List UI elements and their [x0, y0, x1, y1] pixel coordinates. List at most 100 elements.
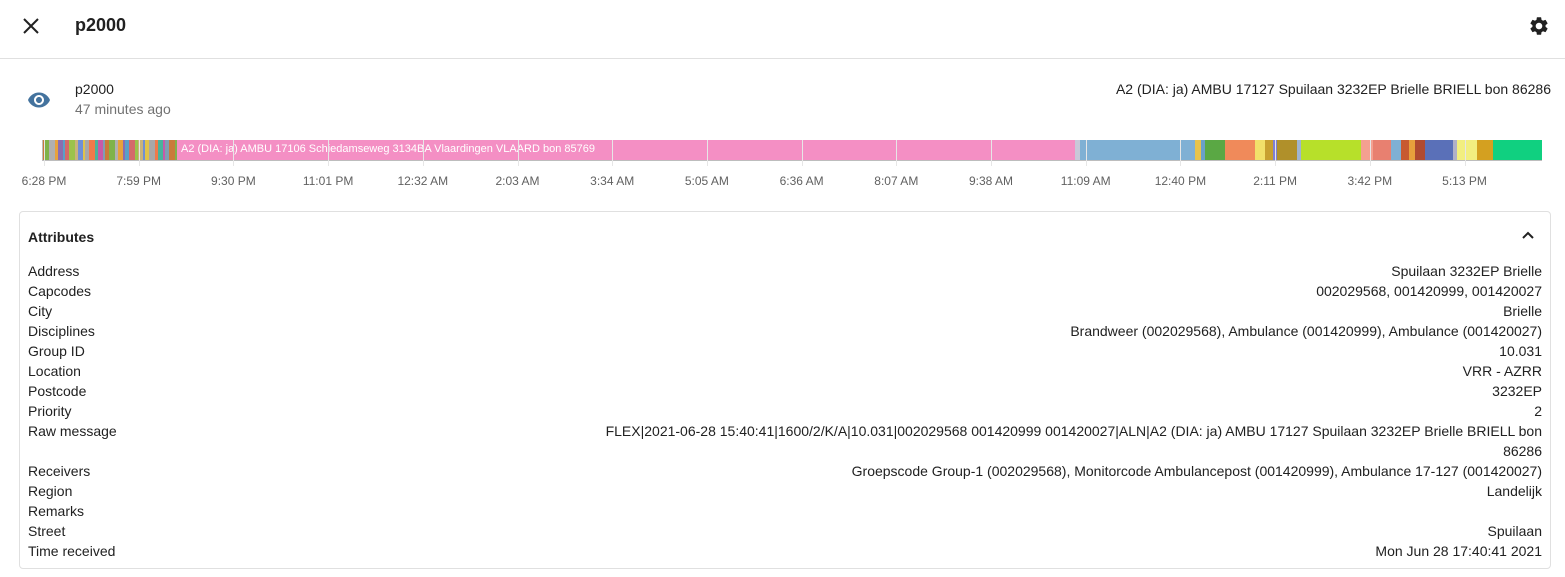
attribute-value: FLEX|2021-06-28 15:40:41|1600/2/K/A|10.0…	[605, 423, 1542, 459]
timeline-tick-label: 11:09 AM	[1060, 174, 1111, 188]
timeline-segment[interactable]	[129, 140, 135, 160]
timeline-tick-label: 8:07 AM	[874, 174, 919, 188]
attribute-row: City Brielle	[28, 301, 1542, 321]
timeline-segment[interactable]	[1425, 140, 1453, 160]
attribute-row: Capcodes 002029568, 001420999, 001420027	[28, 281, 1542, 301]
timeline-segment[interactable]	[1080, 140, 1195, 160]
timeline-bar[interactable]: A2 (DIA: ja) AMBU 17106 Schiedamseweg 31…	[42, 140, 1542, 161]
attribute-row: Address Spuilaan 3232EP Brielle	[28, 261, 1542, 281]
timeline-segment[interactable]	[105, 140, 109, 160]
timeline-segment[interactable]	[58, 140, 63, 160]
timeline-segment[interactable]	[89, 140, 95, 160]
timeline-gridline	[612, 140, 614, 166]
timeline-gridline	[991, 140, 992, 166]
timeline-segment[interactable]	[1391, 140, 1401, 160]
timeline-segment[interactable]	[78, 140, 83, 160]
settings-button[interactable]	[1522, 9, 1556, 43]
timeline-segment[interactable]	[1265, 140, 1273, 160]
timeline-segment[interactable]	[169, 140, 175, 160]
timeline-segment[interactable]	[85, 140, 89, 160]
attribute-key: Remarks	[28, 503, 85, 519]
attribute-row: Street Spuilaan	[28, 521, 1542, 541]
entity-icon-button[interactable]	[24, 87, 54, 113]
timeline-segment[interactable]	[1201, 140, 1205, 160]
attribute-row: Remarks	[28, 501, 1542, 521]
timeline-tick-label: 12:40 PM	[1154, 174, 1207, 188]
attribute-value: Brandweer (002029568), Ambulance (001420…	[1070, 323, 1542, 339]
timeline-segment[interactable]	[1225, 140, 1255, 160]
timeline-segment[interactable]	[98, 140, 103, 160]
timeline-segment[interactable]	[1277, 140, 1297, 160]
timeline-segment[interactable]	[1457, 140, 1477, 160]
close-button[interactable]	[14, 9, 48, 43]
timeline-segment[interactable]	[55, 140, 58, 160]
attributes-title: Attributes	[28, 229, 95, 245]
timeline-segment[interactable]	[75, 140, 78, 160]
timeline-tick-label: 7:59 PM	[116, 174, 162, 188]
timeline-segment[interactable]	[83, 140, 85, 160]
timeline-segment[interactable]	[145, 140, 149, 160]
attribute-row: Group ID 10.031	[28, 341, 1542, 361]
timeline-segment[interactable]	[1373, 140, 1391, 160]
timeline-segment[interactable]	[1401, 140, 1409, 160]
attribute-row: Location VRR - AZRR	[28, 361, 1542, 381]
timeline-segment[interactable]	[1361, 140, 1373, 160]
timeline-segment[interactable]	[1477, 140, 1493, 160]
timeline-segment[interactable]	[175, 140, 177, 160]
attributes-header[interactable]: Attributes	[20, 212, 1550, 260]
timeline-segment[interactable]	[1493, 140, 1542, 160]
attribute-value: 3232EP	[1492, 383, 1542, 399]
timeline-segment[interactable]	[103, 140, 105, 160]
timeline-tick-label: 9:30 PM	[211, 174, 256, 188]
history-timeline[interactable]: A2 (DIA: ja) AMBU 17106 Schiedamseweg 31…	[0, 131, 1565, 195]
timeline-segment[interactable]	[1195, 140, 1201, 160]
last-changed: 47 minutes ago	[75, 101, 171, 117]
timeline-segment[interactable]	[1297, 140, 1301, 160]
timeline-segment[interactable]	[1255, 140, 1265, 160]
timeline-segment[interactable]	[115, 140, 118, 160]
attribute-value: Mon Jun 28 17:40:41 2021	[1375, 543, 1542, 559]
attribute-key: Time received	[28, 543, 116, 559]
attribute-row: Raw message FLEX|2021-06-28 15:40:41|1600…	[28, 421, 1542, 461]
timeline-segment[interactable]	[143, 140, 145, 160]
attribute-key: Capcodes	[28, 283, 92, 299]
timeline-gridline	[1275, 140, 1277, 166]
timeline-tick-label: 12:32 AM	[397, 174, 449, 188]
timeline-gridline	[1085, 140, 1087, 166]
timeline-segment[interactable]	[1415, 140, 1425, 160]
entity-row: p2000 47 minutes ago A2 (DIA: ja) AMBU 1…	[0, 59, 1565, 131]
timeline-gridline	[422, 140, 424, 166]
chevron-up-icon[interactable]	[1516, 224, 1540, 248]
timeline-tick-label: 3:42 PM	[1347, 174, 1393, 188]
timeline-segment[interactable]	[1409, 140, 1415, 160]
timeline-segment[interactable]	[49, 140, 55, 160]
timeline-segment[interactable]	[109, 140, 115, 160]
timeline-tick-label: 3:34 AM	[590, 174, 635, 188]
timeline-segment[interactable]	[118, 140, 123, 160]
attribute-key: Receivers	[28, 463, 91, 479]
timeline-segment[interactable]	[125, 140, 129, 160]
timeline-segment[interactable]	[1075, 140, 1080, 160]
entity-name: p2000	[75, 81, 114, 97]
timeline-segment[interactable]	[158, 140, 163, 160]
timeline-segment[interactable]	[1301, 140, 1361, 160]
timeline-segment[interactable]	[165, 140, 169, 160]
timeline-segment[interactable]	[123, 140, 125, 160]
timeline-segment[interactable]	[135, 140, 138, 160]
timeline-segment[interactable]	[45, 140, 49, 160]
timeline-segment[interactable]	[95, 140, 98, 160]
timeline-segment[interactable]	[155, 140, 158, 160]
timeline-segment[interactable]	[69, 140, 75, 160]
attributes-card: Attributes Address Spuilaan 3232EP Briell…	[19, 211, 1551, 569]
timeline-segment[interactable]	[63, 140, 65, 160]
timeline-segment[interactable]	[65, 140, 69, 160]
attribute-value: Brielle	[1503, 303, 1542, 319]
entity-state: A2 (DIA: ja) AMBU 17127 Spuilaan 3232EP …	[1115, 81, 1551, 97]
timeline-segment[interactable]	[1205, 140, 1225, 160]
timeline-segment[interactable]	[163, 140, 165, 160]
attribute-key: Priority	[28, 403, 72, 419]
attribute-value: 10.031	[1499, 343, 1542, 359]
attribute-key: Postcode	[28, 383, 87, 399]
timeline-segment[interactable]	[1453, 140, 1457, 160]
timeline-segment[interactable]	[149, 140, 155, 160]
